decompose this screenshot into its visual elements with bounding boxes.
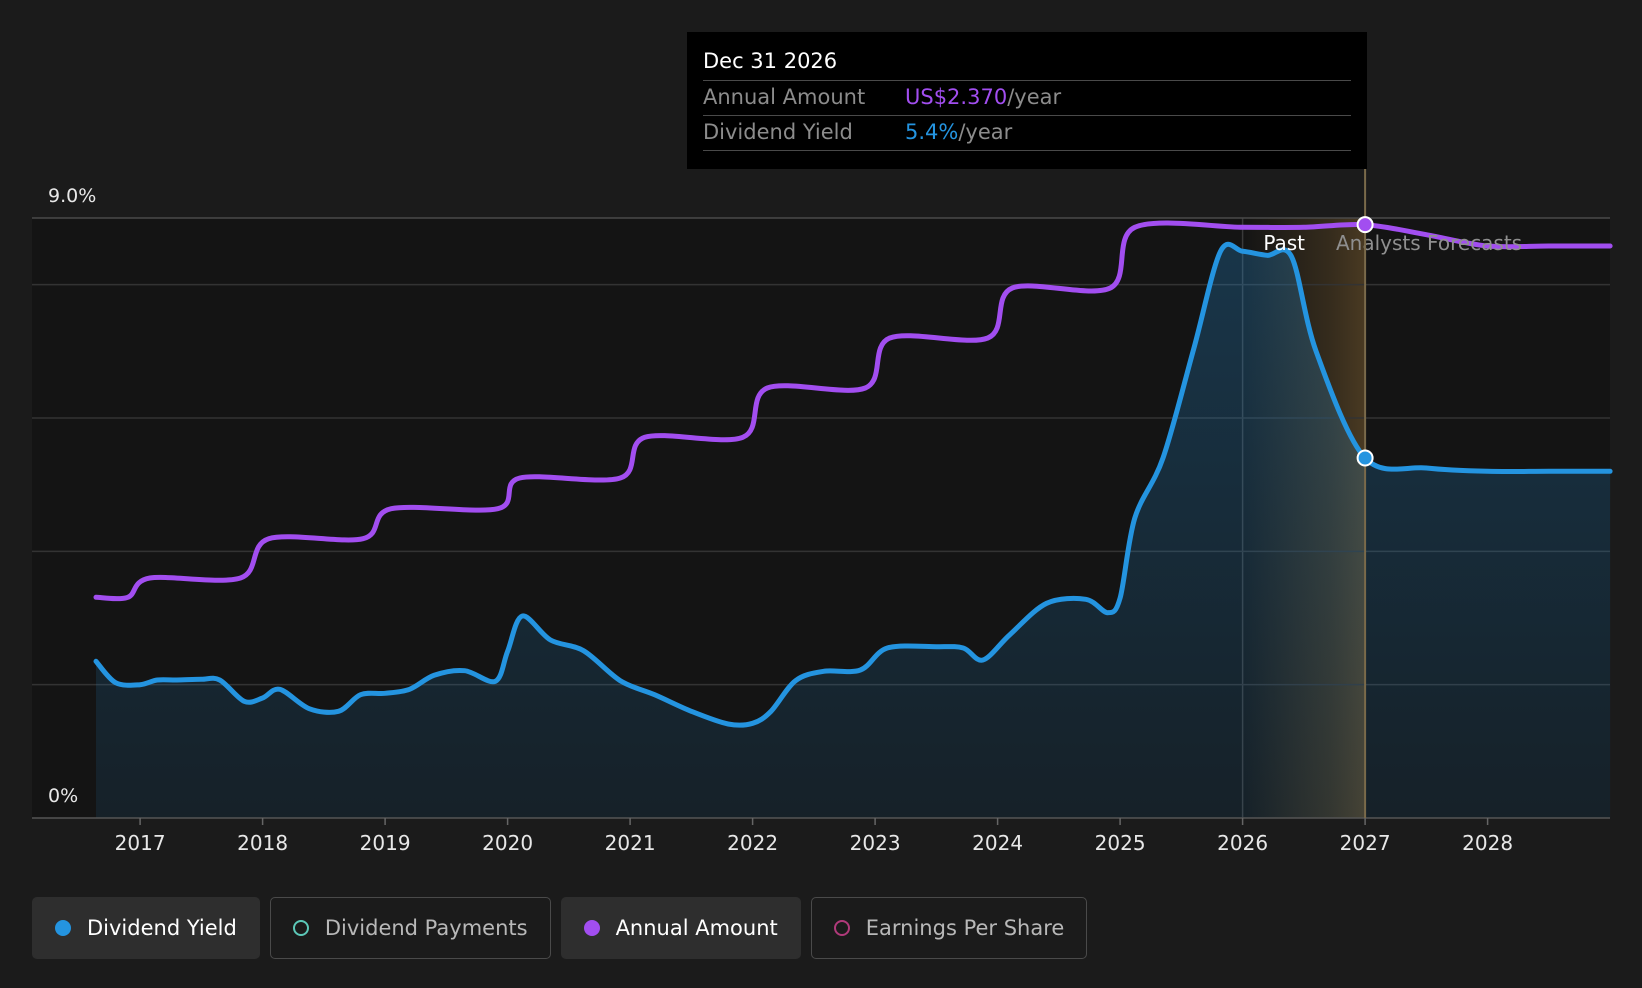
hover-tooltip: Dec 31 2026 Annual Amount US$2.370 /year… (687, 32, 1367, 169)
x-tick-label: 2025 (1095, 831, 1146, 855)
x-tick-label: 2027 (1340, 831, 1391, 855)
x-tick-label: 2024 (972, 831, 1023, 855)
tooltip-value: 5.4% (905, 120, 959, 144)
x-tick-label: 2017 (115, 831, 166, 855)
legend-label: Annual Amount (615, 916, 778, 940)
ring-icon (833, 920, 850, 936)
y-tick-label-bottom: 0% (48, 785, 78, 807)
x-tick-label: 2023 (850, 831, 901, 855)
tooltip-date: Dec 31 2026 (703, 49, 838, 73)
x-tick-label: 2022 (727, 831, 778, 855)
y-tick-label-top: 9.0% (48, 185, 96, 207)
x-tick-label: 2019 (360, 831, 411, 855)
legend-dividend-payments-button[interactable]: Dividend Payments (269, 897, 551, 959)
dot-icon (583, 920, 600, 936)
legend-label: Dividend Payments (324, 916, 528, 940)
tooltip-label: Annual Amount (703, 85, 866, 109)
x-tick-label: 2021 (605, 831, 656, 855)
tooltip-value: US$2.370 (905, 85, 1008, 109)
tooltip-label: Dividend Yield (703, 120, 853, 144)
ring-icon (292, 920, 309, 936)
x-tick-label: 2026 (1217, 831, 1268, 855)
legend-dividend-yield-button[interactable]: Dividend Yield (32, 897, 260, 959)
dot-icon (55, 920, 71, 936)
marker-dividend-yield (1356, 449, 1374, 467)
forecast-label: Analysts Forecasts (1336, 231, 1522, 255)
legend-earnings-per-share-button[interactable]: Earnings Per Share (810, 897, 1088, 959)
legend: Dividend Yield Dividend Payments Annual … (32, 897, 1088, 959)
legend-label: Earnings Per Share (865, 916, 1065, 940)
tooltip-row-annual-amount: Annual Amount US$2.370 /year (703, 80, 1351, 115)
x-tick-label: 2028 (1462, 831, 1513, 855)
marker-annual-amount (1356, 216, 1374, 234)
tooltip-row-dividend-yield: Dividend Yield 5.4% /year (703, 115, 1351, 151)
x-axis: 2017 2018 2019 2020 2021 2022 2023 2024 2025 2026… (32, 817, 1610, 855)
tooltip-unit: /year (1007, 85, 1062, 109)
legend-annual-amount-button[interactable]: Annual Amount (560, 897, 801, 959)
legend-label: Dividend Yield (87, 916, 237, 940)
past-label: Past (1263, 231, 1305, 255)
x-tick-label: 2018 (237, 831, 288, 855)
tooltip-unit: /year (958, 120, 1013, 144)
x-tick-label: 2020 (482, 831, 533, 855)
